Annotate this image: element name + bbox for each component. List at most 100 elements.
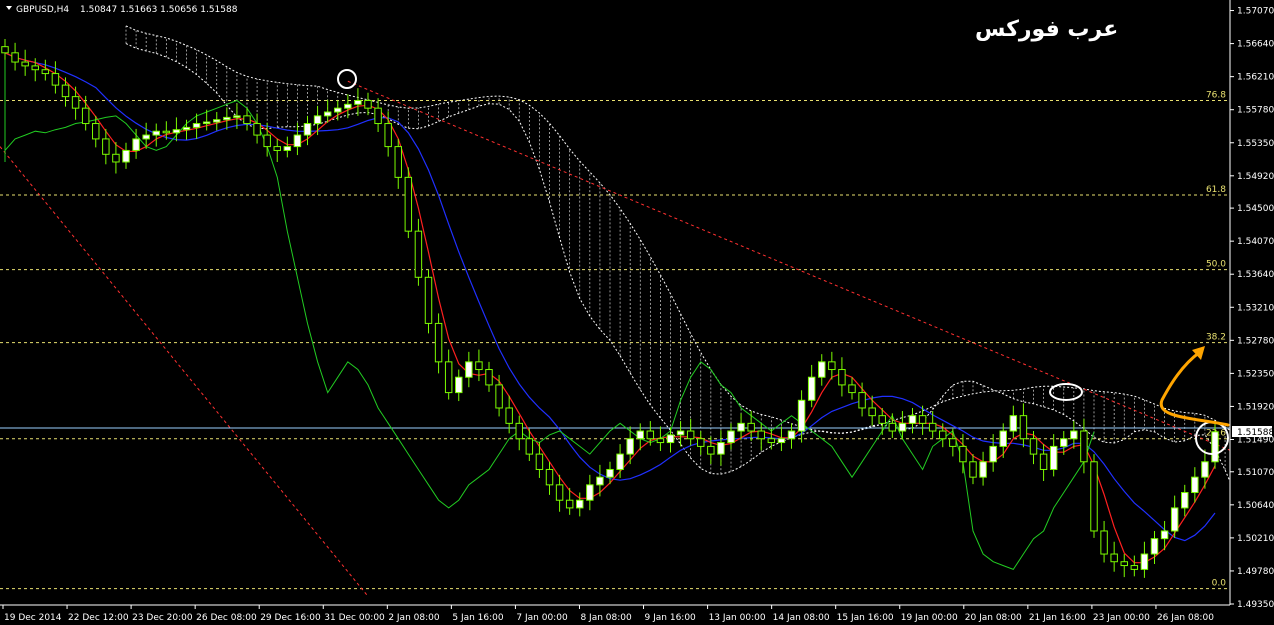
candle-body [515, 422, 523, 440]
candle-body [31, 65, 39, 71]
candle-body [989, 445, 997, 463]
time-tick-label: 31 Dec 00:00 [324, 613, 385, 623]
chart-background [0, 0, 1274, 625]
candle-body [1019, 415, 1028, 440]
candle-body [666, 434, 675, 444]
candle-body [233, 115, 241, 118]
candle-body [949, 438, 957, 447]
price-tick-label: 1.56640 [1237, 40, 1274, 50]
candle-body [979, 461, 987, 478]
candle-body [767, 438, 776, 444]
candle-body [61, 84, 70, 98]
candle-body [878, 415, 886, 424]
candle-body [192, 123, 201, 128]
symbol-label[interactable]: GBPUSD,H4 [16, 5, 69, 15]
candle-body [485, 369, 493, 386]
candle-body [1060, 438, 1068, 447]
candle-body [1090, 461, 1098, 532]
candle-body [888, 422, 897, 432]
candle [424, 269, 433, 334]
time-tick-label: 2 Jan 08:00 [388, 613, 440, 623]
candle-body [424, 276, 433, 324]
candle-body [323, 111, 332, 117]
candle-body [777, 438, 786, 444]
candle-body [636, 430, 644, 440]
candle-body [202, 121, 211, 125]
candle-body [707, 445, 715, 455]
candle-body [1201, 461, 1209, 478]
candle-body [404, 176, 413, 232]
candle-body [1191, 476, 1199, 494]
candle-body [223, 116, 231, 121]
candle-body [434, 322, 443, 363]
candle-body [263, 134, 271, 148]
time-tick-label: 14 Jan 08:00 [773, 613, 830, 623]
time-tick-label: 8 Jan 08:00 [580, 613, 632, 623]
time-tick-label: 7 Jan 00:00 [516, 613, 568, 623]
candle-body [797, 399, 806, 432]
price-tick-label: 1.51920 [1237, 402, 1274, 412]
price-tick-label: 1.54920 [1237, 172, 1274, 182]
time-tick-label: 19 Dec 2014 [4, 613, 62, 623]
candle-body [354, 99, 362, 105]
candle-body [71, 96, 80, 109]
time-tick-label: 22 Dec 12:00 [68, 613, 129, 623]
candle-body [596, 476, 604, 486]
candle-body [828, 361, 836, 371]
time-tick-label: 26 Jan 08:00 [1157, 613, 1214, 623]
candle-body [51, 73, 60, 86]
fib-level-label: 38.2 [1206, 333, 1226, 343]
price-tick-label: 1.53640 [1237, 270, 1274, 280]
candle-body [394, 146, 402, 178]
candle-body [11, 52, 19, 63]
candle-body [112, 153, 120, 163]
time-tick-label: 9 Jan 16:00 [645, 613, 697, 623]
candle-body [676, 430, 685, 436]
candle-body [182, 126, 191, 131]
candle-body [686, 430, 695, 440]
fib-level-label: 50.0 [1206, 260, 1226, 270]
price-tick-label: 1.49350 [1237, 600, 1274, 610]
current-price-label: 1.51588 [1237, 428, 1274, 438]
candle-body [1080, 430, 1088, 463]
fib-level-label: 61.8 [1206, 185, 1226, 195]
candle-body [918, 415, 927, 424]
candle-body [475, 361, 483, 371]
candle-body [565, 499, 574, 509]
time-tick-label: 23 Jan 00:00 [1093, 613, 1150, 623]
candle-body [1049, 445, 1058, 470]
candle-body [616, 453, 624, 470]
price-tick-label: 1.52780 [1237, 336, 1274, 346]
candle-body [384, 123, 392, 148]
candle-body [999, 430, 1007, 447]
candle-body [132, 138, 140, 151]
candle-body [545, 468, 554, 486]
candle-body [928, 422, 937, 432]
price-tick-label: 1.54500 [1237, 204, 1274, 214]
candle-body [1160, 530, 1169, 540]
candle-body [818, 361, 826, 378]
candle-body [787, 430, 796, 440]
candle-body [172, 129, 181, 134]
candle-body [656, 438, 665, 444]
candle [404, 167, 413, 239]
candle-body [969, 461, 977, 478]
price-tick-label: 1.51070 [1237, 468, 1274, 478]
time-tick-label: 26 Dec 08:00 [196, 613, 257, 623]
candle-body [213, 119, 221, 123]
candle-body [606, 468, 614, 478]
candle-body [41, 69, 50, 75]
time-tick-label: 21 Jan 16:00 [1029, 613, 1086, 623]
candle-body [1130, 565, 1139, 570]
candle-body [102, 138, 110, 155]
candle-body [364, 99, 372, 109]
candle-body [142, 134, 150, 140]
candle [1090, 454, 1098, 538]
candle-body [848, 384, 856, 394]
candle-body [838, 369, 846, 386]
candle-body [626, 438, 634, 455]
candle-body [908, 415, 917, 424]
price-chart: 76.861.850.038.223.60.0 1.570701.566401.… [0, 0, 1274, 625]
candle-body [1120, 561, 1128, 567]
candle-body [92, 123, 100, 140]
